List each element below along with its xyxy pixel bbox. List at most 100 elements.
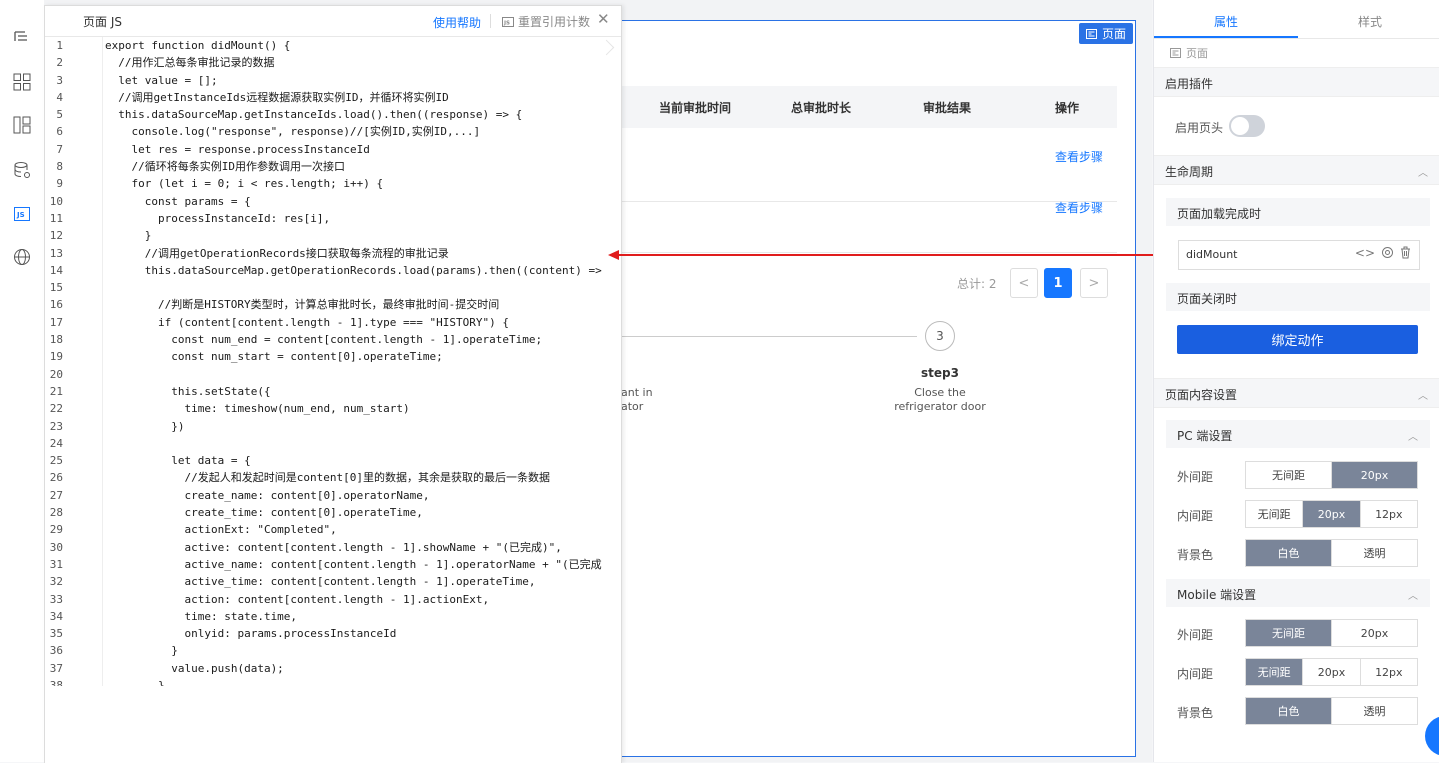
code-line[interactable]: time: state.time, [105, 608, 621, 625]
pager-page-button[interactable]: 1 [1044, 268, 1072, 298]
code-line[interactable]: //调用getInstanceIds远程数据源获取实例ID，并循环将实例ID [105, 89, 621, 106]
code-line[interactable]: //判断是HISTORY类型时，计算总审批时长，最终审批时间-提交时间 [105, 296, 621, 313]
code-line[interactable]: this.dataSourceMap.getOperationRecords.l… [105, 262, 621, 279]
pager-prev-button[interactable]: < [1010, 268, 1038, 298]
code-line[interactable]: //调用getOperationRecords接口获取每条流程的审批记录 [105, 245, 621, 262]
mobile-bg-transparent[interactable]: 透明 [1332, 698, 1417, 724]
line-number: 38 [49, 678, 63, 686]
code-line[interactable]: onlyid: params.processInstanceId [105, 625, 621, 642]
code-line[interactable]: processInstanceId: res[i], [105, 210, 621, 227]
pc-bg-white[interactable]: 白色 [1246, 540, 1332, 566]
code-line[interactable] [105, 279, 621, 296]
page-frame[interactable]: 页面 当前审批时间 总审批时长 审批结果 操作 查看步骤 查看步骤 总计: 2 … [620, 20, 1136, 757]
pc-margin-none[interactable]: 无间距 [1246, 462, 1332, 488]
code-line[interactable]: export function didMount() { [105, 37, 621, 54]
line-number-gutter: 1 2 3 4 5 6 7 8 9 10 11 12 13 14 15 16 17 18 19 20 21 22 23 24 2… [45, 37, 97, 686]
code-line[interactable]: //发起人和发起时间是content[0]里的数据，其余是获取的最后一条数据 [105, 469, 621, 486]
code-line[interactable]: const num_start = content[0].operateTime… [105, 348, 621, 365]
code-line[interactable] [105, 435, 621, 452]
pc-padding-segmented: 无间距 20px 12px [1245, 500, 1418, 528]
line-number: 33 [49, 592, 63, 606]
pager-total: 总计: 2 [957, 277, 997, 291]
code-line[interactable]: action: content[content.length - 1].acti… [105, 591, 621, 608]
line-number: 36 [49, 644, 63, 658]
mobile-settings-header[interactable]: Mobile 端设置 ︿ [1166, 579, 1430, 607]
mobile-margin-none[interactable]: 无间距 [1246, 620, 1332, 646]
code-line[interactable]: this.dataSourceMap.getInstanceIds.load()… [105, 106, 621, 123]
section-lifecycle[interactable]: 生命周期 ︿ [1154, 155, 1439, 185]
code-icon[interactable]: <> [1355, 246, 1375, 260]
section-page-content[interactable]: 页面内容设置 ︿ [1154, 378, 1439, 408]
code-area[interactable]: export function didMount() { //用作汇总每条审批记… [105, 37, 621, 686]
view-steps-link[interactable]: 查看步骤 [1055, 199, 1103, 216]
enable-header-label: 启用页头 [1175, 121, 1224, 135]
code-line[interactable]: const params = { [105, 193, 621, 210]
section-plugins: 启用插件 [1154, 67, 1439, 97]
js-icon[interactable]: JS [12, 204, 32, 224]
gear-icon[interactable] [1381, 246, 1394, 259]
code-line[interactable]: let data = { [105, 452, 621, 469]
code-line[interactable]: if (content[content.length - 1].type ===… [105, 314, 621, 331]
page-layout-icon[interactable] [12, 115, 32, 135]
line-number: 19 [49, 350, 63, 364]
help-link[interactable]: 使用帮助 [433, 14, 481, 31]
code-line[interactable]: let value = []; [105, 72, 621, 89]
code-line[interactable]: actionExt: "Completed", [105, 521, 621, 538]
didmount-function-field[interactable]: didMount <> [1178, 240, 1420, 270]
line-number: 7 [56, 142, 63, 156]
code-line[interactable]: console.log("response", response)//[实例ID… [105, 123, 621, 140]
mobile-padding-12[interactable]: 12px [1360, 659, 1417, 685]
code-line[interactable]: } [105, 227, 621, 244]
pc-padding-20[interactable]: 20px [1303, 501, 1361, 527]
code-line[interactable]: //循环将每条实例ID用作参数调用一次接口 [105, 158, 621, 175]
close-icon[interactable]: ✕ [597, 10, 610, 28]
step-description: Close the refrigerator door [894, 386, 986, 413]
tab-style[interactable]: 样式 [1358, 13, 1382, 30]
code-line[interactable]: active: content[content.length - 1].show… [105, 539, 621, 556]
mobile-padding-20[interactable]: 20px [1303, 659, 1361, 685]
components-icon[interactable] [12, 72, 32, 92]
code-line[interactable]: //用作汇总每条审批记录的数据 [105, 54, 621, 71]
line-number: 35 [49, 627, 63, 641]
outline-tree-icon[interactable] [12, 27, 32, 47]
code-line[interactable]: let res = response.processInstanceId [105, 141, 621, 158]
code-line[interactable]: } [105, 642, 621, 659]
mobile-padding-label: 内间距 [1177, 667, 1214, 681]
pager-next-button[interactable]: > [1080, 268, 1108, 298]
mobile-bg-white[interactable]: 白色 [1246, 698, 1332, 724]
code-line[interactable]: create_name: content[0].operatorName, [105, 487, 621, 504]
line-number: 21 [49, 384, 63, 398]
datasource-icon[interactable] [12, 160, 32, 180]
line-number: 18 [49, 333, 63, 347]
code-line[interactable] [105, 366, 621, 383]
pc-settings-header[interactable]: PC 端设置 ︿ [1166, 420, 1430, 448]
code-line[interactable]: create_time: content[0].operateTime, [105, 504, 621, 521]
pc-margin-20[interactable]: 20px [1332, 462, 1417, 488]
enable-header-toggle[interactable] [1229, 115, 1265, 137]
line-number: 30 [49, 540, 63, 554]
tab-properties[interactable]: 属性 [1214, 13, 1238, 30]
reset-ref-count-button[interactable]: JS 重置引用计数 [502, 13, 590, 30]
code-line[interactable]: for (let i = 0; i < res.length; i++) { [105, 175, 621, 192]
globe-icon[interactable] [12, 247, 32, 267]
bind-action-button[interactable]: 绑定动作 [1177, 325, 1418, 354]
pc-bg-transparent[interactable]: 透明 [1332, 540, 1417, 566]
code-line[interactable]: active_time: content[content.length - 1]… [105, 573, 621, 590]
page-badge[interactable]: 页面 [1078, 23, 1133, 44]
line-number: 10 [49, 194, 63, 208]
code-line[interactable]: const num_end = content[content.length -… [105, 331, 621, 348]
line-number: 3 [56, 73, 63, 87]
pc-padding-none[interactable]: 无间距 [1246, 501, 1304, 527]
code-line[interactable]: value.push(data); [105, 660, 621, 677]
code-line[interactable]: }) [105, 418, 621, 435]
code-line[interactable]: active_name: content[content.length - 1]… [105, 556, 621, 573]
trash-icon[interactable] [1400, 246, 1411, 259]
code-line[interactable]: time: timeshow(num_end, num_start) [105, 400, 621, 417]
mobile-margin-20[interactable]: 20px [1332, 620, 1417, 646]
view-steps-link[interactable]: 查看步骤 [1055, 148, 1103, 165]
mobile-padding-none[interactable]: 无间距 [1246, 659, 1304, 685]
line-number: 12 [49, 229, 63, 243]
code-line[interactable]: this.setState({ [105, 383, 621, 400]
code-line[interactable]: } [105, 677, 621, 686]
pc-padding-12[interactable]: 12px [1360, 501, 1417, 527]
